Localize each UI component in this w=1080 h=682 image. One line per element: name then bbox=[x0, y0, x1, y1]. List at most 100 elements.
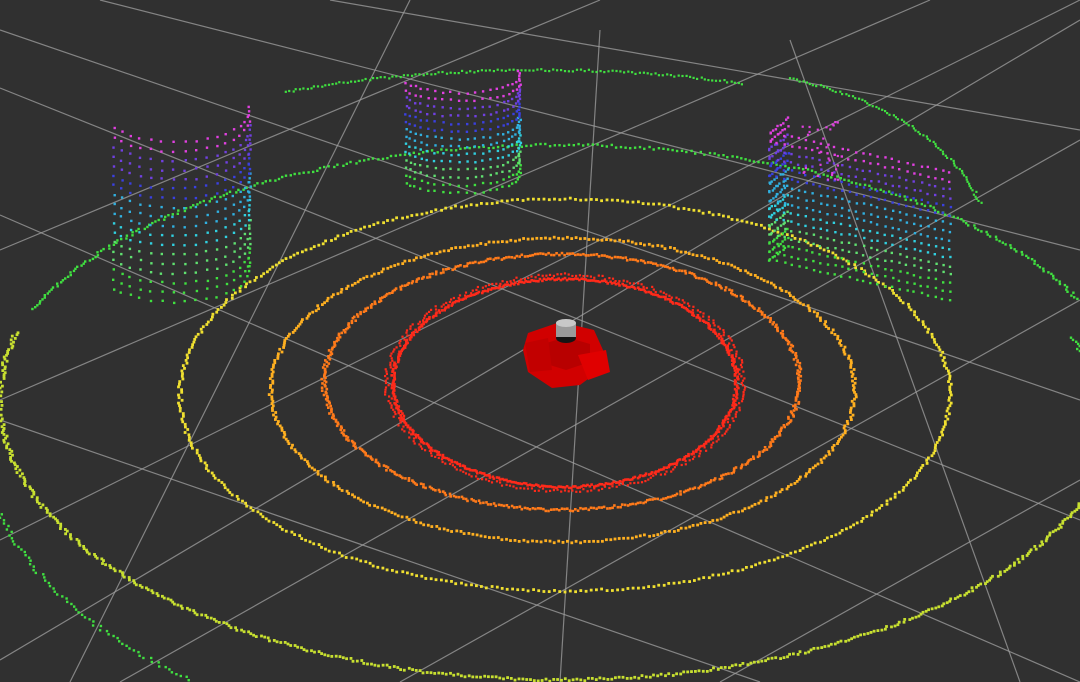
scan-point-red bbox=[684, 463, 687, 466]
scan-point-orange bbox=[507, 255, 511, 259]
obstacle-point-right bbox=[854, 260, 857, 264]
scan-point-orange bbox=[664, 497, 668, 500]
scan-point-green bbox=[0, 513, 4, 516]
scan-point-green bbox=[525, 144, 528, 148]
obstacle-point-center bbox=[502, 164, 505, 167]
scan-point-yellow-green bbox=[971, 589, 975, 593]
scan-point-orange bbox=[659, 263, 662, 267]
obstacle-point-right bbox=[775, 141, 778, 145]
scan-point-orange bbox=[337, 332, 341, 336]
obstacle-point-left bbox=[248, 232, 252, 235]
scan-point-yellow-green bbox=[786, 655, 789, 659]
scan-point-green bbox=[381, 157, 385, 161]
scan-point-orange bbox=[366, 501, 369, 505]
scan-point-yellow bbox=[228, 491, 232, 494]
scan-point-red bbox=[458, 294, 462, 297]
scan-point-yellow-green bbox=[418, 669, 422, 672]
scan-point-red bbox=[384, 368, 387, 371]
scan-point-red bbox=[628, 285, 631, 289]
scan-point-green bbox=[302, 171, 305, 174]
scan-point-yellow bbox=[464, 583, 468, 587]
obstacle-point-right bbox=[948, 180, 951, 184]
obstacle-point-right bbox=[775, 251, 778, 255]
scan-point-green bbox=[99, 249, 103, 253]
obstacle-point-left bbox=[184, 234, 187, 237]
scan-point-orange bbox=[579, 237, 582, 241]
obstacle-point-right bbox=[769, 216, 773, 219]
scan-point-yellow-green bbox=[911, 616, 914, 620]
scan-point-yellow bbox=[702, 576, 706, 579]
scan-point-green bbox=[998, 239, 1001, 243]
scan-point-yellow bbox=[930, 332, 934, 336]
scan-point-green bbox=[675, 149, 679, 153]
obstacle-point-center bbox=[440, 159, 443, 163]
scan-point-red bbox=[490, 287, 494, 290]
obstacle-point-right bbox=[905, 221, 909, 224]
scan-point-yellow bbox=[187, 351, 191, 354]
scan-point-red bbox=[475, 288, 478, 291]
scan-point-orange bbox=[463, 265, 466, 268]
scan-point-yellow-green bbox=[475, 675, 479, 679]
scan-point-yellow-green bbox=[656, 674, 660, 678]
scan-point-orange bbox=[323, 383, 327, 387]
point-cloud-scene[interactable] bbox=[0, 0, 1080, 682]
obstacle-point-right bbox=[773, 135, 777, 138]
obstacle-point-left bbox=[239, 200, 242, 204]
scan-point-red bbox=[636, 476, 640, 480]
rviz-3d-viewport[interactable] bbox=[0, 0, 1080, 682]
obstacle-point-center bbox=[450, 130, 453, 133]
scan-point-red bbox=[399, 344, 402, 347]
scan-point-yellow bbox=[354, 228, 358, 232]
scan-point-orange bbox=[697, 276, 701, 280]
scan-point-green bbox=[10, 530, 13, 534]
scan-point-green bbox=[487, 147, 490, 150]
scan-point-orange bbox=[629, 258, 632, 261]
scan-point-orange bbox=[353, 315, 356, 319]
obstacle-point-right bbox=[840, 173, 843, 176]
obstacle-point-left bbox=[247, 209, 250, 213]
obstacle-point-center bbox=[466, 92, 469, 95]
scan-point-green bbox=[615, 69, 618, 73]
scan-point-orange bbox=[389, 468, 392, 472]
scan-point-orange bbox=[383, 508, 387, 512]
obstacle-point-center bbox=[515, 80, 518, 84]
obstacle-point-left bbox=[248, 227, 251, 230]
scan-point-green bbox=[179, 674, 182, 678]
scan-point-orange bbox=[280, 429, 284, 432]
obstacle-point-center bbox=[425, 119, 429, 122]
scan-point-red bbox=[444, 306, 448, 309]
scan-point-yellow-green bbox=[839, 639, 843, 643]
scan-point-yellow-green bbox=[774, 656, 778, 660]
obstacle-point-center bbox=[518, 74, 521, 77]
obstacle-point-right bbox=[805, 206, 809, 210]
obstacle-point-right bbox=[840, 180, 843, 184]
obstacle-point-right bbox=[825, 221, 828, 224]
scan-point-yellow-green bbox=[712, 666, 715, 670]
scan-point-yellow bbox=[641, 202, 645, 205]
scan-point-orange bbox=[385, 469, 388, 472]
obstacle-point-left bbox=[239, 171, 242, 174]
obstacle-point-right bbox=[884, 156, 887, 159]
scan-point-yellow bbox=[707, 210, 711, 214]
scan-point-green bbox=[718, 79, 722, 82]
scan-point-yellow bbox=[930, 335, 934, 339]
scan-point-red bbox=[626, 484, 629, 487]
robot-model[interactable] bbox=[523, 319, 610, 388]
scan-point-green bbox=[861, 98, 864, 101]
obstacle-point-left bbox=[243, 128, 246, 132]
scan-point-yellow-green bbox=[388, 666, 392, 669]
scan-point-orange bbox=[332, 483, 336, 487]
obstacle-point-right bbox=[772, 197, 775, 200]
obstacle-point-right bbox=[786, 203, 790, 206]
scan-point-yellow bbox=[948, 374, 952, 378]
scan-point-yellow-green bbox=[525, 678, 529, 681]
scan-point-orange bbox=[447, 249, 450, 253]
scan-point-orange bbox=[579, 506, 582, 510]
scan-point-orange bbox=[501, 240, 504, 243]
scan-point-red bbox=[690, 452, 693, 456]
scan-point-green bbox=[176, 212, 179, 215]
scan-point-orange bbox=[492, 502, 496, 505]
scan-point-red bbox=[615, 481, 618, 484]
scan-point-green bbox=[801, 168, 805, 171]
scan-point-orange bbox=[707, 257, 710, 261]
